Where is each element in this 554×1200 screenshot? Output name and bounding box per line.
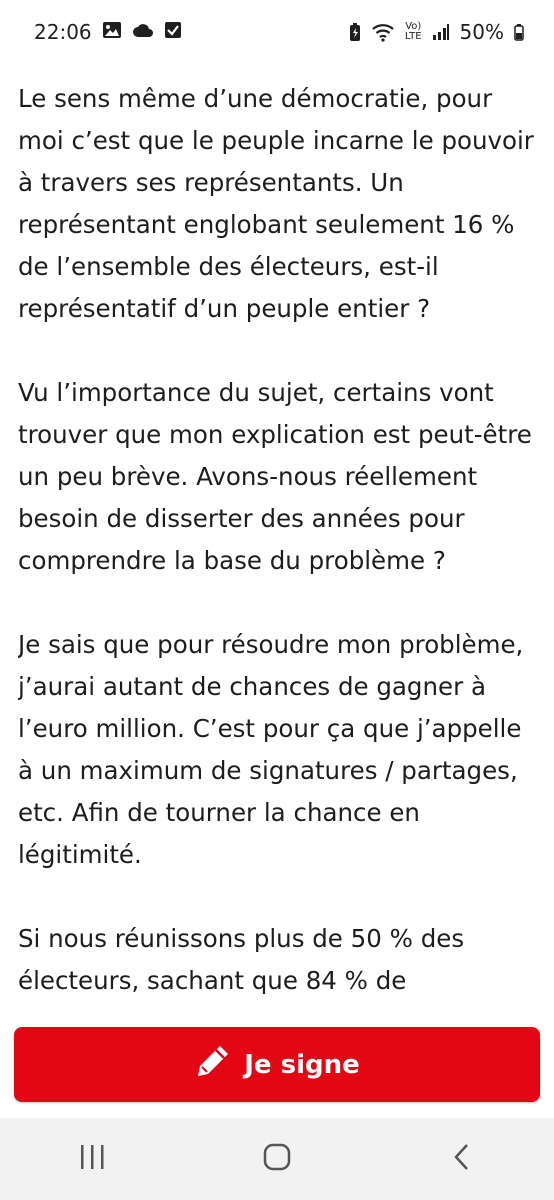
signal-icon xyxy=(432,23,450,41)
system-nav-bar xyxy=(0,1118,554,1200)
sign-button[interactable]: Je signe xyxy=(14,1027,540,1102)
recent-apps-button[interactable] xyxy=(52,1129,132,1189)
status-left: 22:06 xyxy=(34,20,182,44)
recent-apps-icon xyxy=(77,1143,107,1176)
petition-text: Le sens même d’une démocratie, pour moi … xyxy=(18,78,534,1002)
check-box-icon xyxy=(164,21,182,44)
back-icon xyxy=(451,1142,473,1177)
pencil-icon xyxy=(194,1042,232,1087)
status-bar: 22:06 Vo) LTE 50% xyxy=(0,0,554,64)
volte-icon: Vo) LTE xyxy=(405,22,422,42)
clock: 22:06 xyxy=(34,20,92,44)
cloud-icon xyxy=(132,22,154,43)
paragraph: Vu l’importance du sujet, certains vont … xyxy=(18,378,532,575)
volte-label-bottom: LTE xyxy=(404,31,422,42)
status-right: Vo) LTE 50% xyxy=(349,20,524,44)
battery-saver-icon xyxy=(349,22,361,42)
wifi-icon xyxy=(371,22,395,42)
paragraph: Si nous réunissons plus de 50 % des élec… xyxy=(18,924,465,995)
sign-button-label: Je signe xyxy=(244,1049,360,1080)
paragraph: Le sens même d’une démocratie, pour moi … xyxy=(18,84,534,323)
battery-icon xyxy=(514,23,524,41)
battery-percent: 50% xyxy=(459,20,504,44)
back-button[interactable] xyxy=(422,1129,502,1189)
image-icon xyxy=(102,21,122,44)
home-button[interactable] xyxy=(237,1129,317,1189)
home-icon xyxy=(262,1142,292,1177)
paragraph: Je sais que pour résoudre mon problème, … xyxy=(18,630,524,869)
